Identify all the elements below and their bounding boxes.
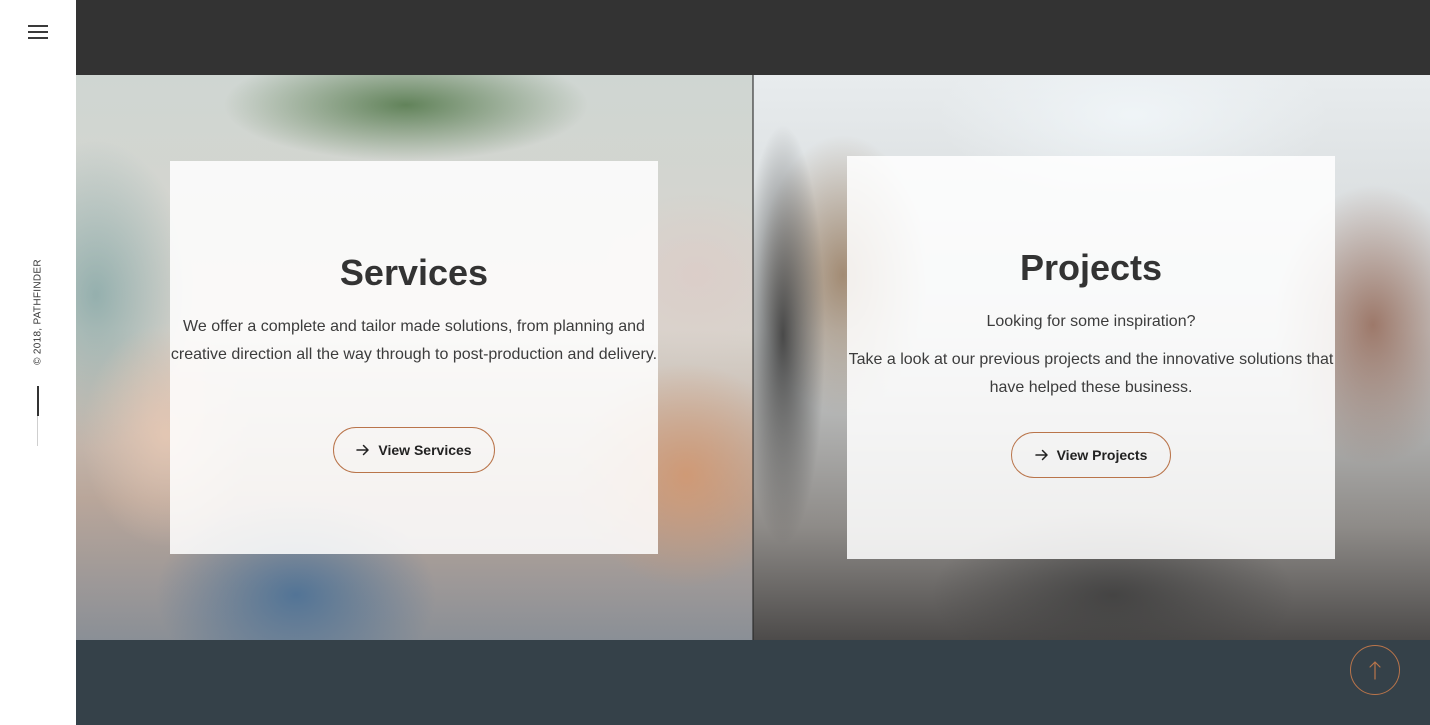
arrow-up-icon [1369,661,1381,680]
menu-bar [28,31,48,33]
copyright-text: © 2018, PATHFINDER [32,259,44,365]
menu-bar [28,25,48,27]
header-band [76,0,1430,75]
arrow-right-icon [1034,449,1048,461]
projects-title: Projects [1019,247,1163,288]
left-sidebar: © 2018, PATHFINDER [0,0,76,725]
back-to-top-button[interactable] [1350,645,1400,695]
rail-divider-dark [37,386,39,416]
menu-bar [28,37,48,39]
services-title: Services [339,252,489,293]
view-services-button[interactable]: View Services [333,427,495,473]
services-description: We offer a complete and tailor made solu… [170,318,658,363]
view-projects-button[interactable]: View Projects [1011,432,1171,478]
projects-description: Take a look at our previous projects and… [848,351,1334,396]
projects-card: Projects Looking for some inspiration? T… [847,156,1335,559]
services-card: Services We offer a complete and tailor … [170,161,658,554]
view-projects-label: View Projects [1056,447,1148,463]
footer-band [76,640,1430,725]
view-services-label: View Services [378,442,472,458]
arrow-right-icon [356,444,370,456]
hamburger-menu-icon[interactable] [28,24,48,40]
rail-divider-light [37,416,38,446]
projects-intro: Looking for some inspiration? [986,313,1196,330]
panel-divider [752,75,754,640]
